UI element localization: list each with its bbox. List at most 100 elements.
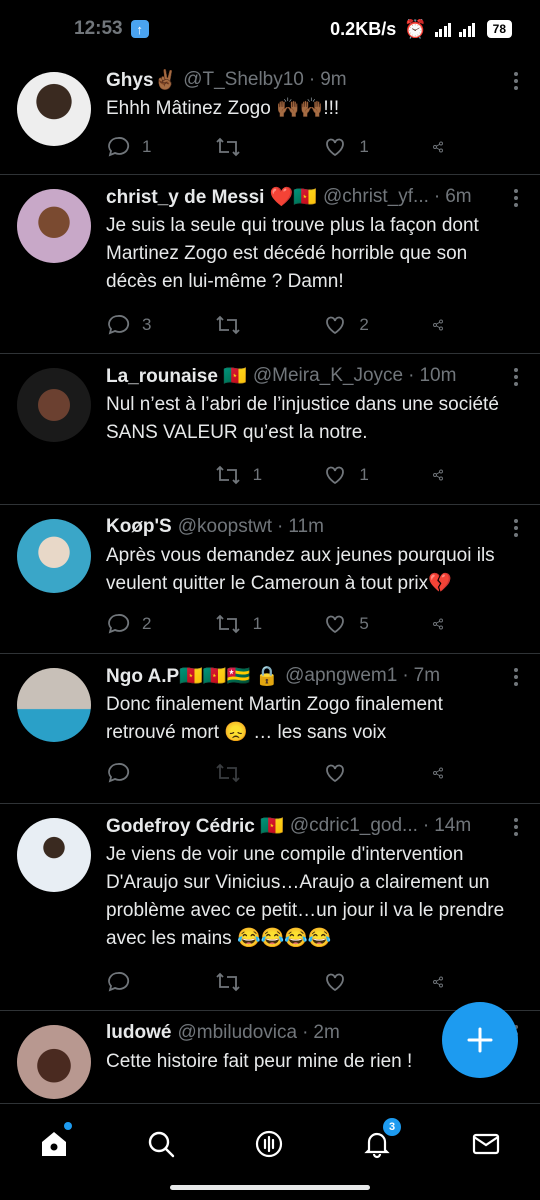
nav-search[interactable]: [141, 1124, 181, 1164]
tweet-text: Je viens de voir une compile d'intervent…: [106, 844, 505, 949]
separator-dot: ·: [433, 186, 441, 207]
like-button[interactable]: 5: [323, 612, 403, 636]
tweet[interactable]: Koøp'S @koopstwt · 11m Après vous demand…: [0, 505, 540, 654]
tweet-author-name[interactable]: Ngo A.P🇨🇲🇨🇲🇹🇬 🔒: [106, 664, 279, 688]
home-icon: [42, 1132, 66, 1156]
more-options-icon[interactable]: [514, 368, 520, 389]
reply-button[interactable]: 2: [106, 612, 186, 636]
nav-notifications[interactable]: 3: [357, 1118, 401, 1164]
more-options-icon[interactable]: [514, 189, 520, 210]
tweet-author-name[interactable]: La_rounaise 🇨🇲: [106, 364, 247, 388]
more-options-icon[interactable]: [514, 519, 520, 540]
tweet-author-handle[interactable]: @apngwem1: [285, 665, 397, 687]
tweet-author-name[interactable]: ludowé: [106, 1022, 171, 1044]
like-button[interactable]: 2: [323, 313, 403, 337]
share-button[interactable]: [432, 135, 456, 159]
retweet-button[interactable]: [215, 761, 295, 785]
avatar[interactable]: [17, 519, 91, 593]
search-icon: [148, 1131, 175, 1158]
share-button[interactable]: [432, 761, 456, 785]
tweet[interactable]: Ghys✌🏾 @T_Shelby10 · 9m Ehhh Mâtinez Zog…: [0, 58, 540, 175]
retweet-icon: [216, 465, 240, 485]
tweet-author-name[interactable]: Godefroy Cédric 🇨🇲: [106, 814, 284, 838]
tweet-text: Donc finalement Martin Zogo finalement r…: [106, 694, 443, 743]
retweet-button[interactable]: 1: [215, 612, 295, 636]
tweet-time: 11m: [288, 516, 324, 537]
bottom-navigation: 3: [0, 1103, 540, 1200]
retweet-count: 1: [252, 465, 263, 484]
tweet-author-handle[interactable]: @T_Shelby10: [183, 69, 304, 91]
tweet-author-handle[interactable]: @koopstwt: [178, 516, 272, 538]
timeline-feed: Ghys✌🏾 @T_Shelby10 · 9m Ehhh Mâtinez Zog…: [0, 58, 540, 1121]
retweet-icon: [216, 763, 240, 783]
share-icon: [433, 767, 443, 779]
reply-button[interactable]: [106, 970, 186, 994]
nav-messages[interactable]: [466, 1124, 506, 1164]
messages-icon: [472, 1133, 500, 1155]
reply-count: 3: [142, 315, 152, 334]
more-options-icon[interactable]: [514, 668, 520, 689]
like-count: 1: [359, 137, 369, 156]
share-button[interactable]: [432, 612, 456, 636]
separator-dot: ·: [302, 1022, 309, 1043]
more-options-icon[interactable]: [514, 818, 520, 839]
tweet-text: Nul n’est à l’abri de l’injustice dans u…: [106, 394, 499, 443]
reply-button[interactable]: [106, 761, 186, 785]
tweet-text: Je suis la seule qui trouve plus la faço…: [106, 215, 479, 292]
tweet-author-handle[interactable]: @Meira_K_Joyce: [253, 365, 403, 387]
tweet[interactable]: christ_y de Messi ❤️🇨🇲 @christ_yf... · 6…: [0, 175, 540, 354]
like-count: 5: [359, 614, 369, 633]
tweet[interactable]: Ngo A.P🇨🇲🇨🇲🇹🇬 🔒 @apngwem1 · 7m Donc fina…: [0, 654, 540, 804]
retweet-button[interactable]: 1: [215, 463, 295, 487]
reply-icon: [108, 972, 130, 992]
avatar[interactable]: [17, 72, 91, 146]
tweet-author-name[interactable]: Ghys✌🏾: [106, 68, 177, 92]
like-button[interactable]: 1: [323, 135, 403, 159]
avatar[interactable]: [17, 668, 91, 742]
spaces-icon: [255, 1130, 283, 1158]
nav-spaces[interactable]: [249, 1124, 289, 1164]
avatar[interactable]: [17, 368, 91, 442]
tweet[interactable]: Godefroy Cédric 🇨🇲 @cdric1_god... · 14m …: [0, 804, 540, 1011]
like-icon: [326, 764, 345, 783]
share-icon: [433, 618, 443, 630]
more-options-icon[interactable]: [514, 72, 520, 93]
tweet-author-handle[interactable]: @christ_yf...: [323, 186, 429, 208]
status-time: 12:53: [74, 18, 123, 39]
battery-indicator: 78: [486, 20, 512, 38]
avatar[interactable]: [17, 818, 91, 892]
like-button[interactable]: 1: [323, 463, 403, 487]
tweet-author-name[interactable]: Koøp'S: [106, 516, 172, 538]
retweet-icon: [216, 972, 240, 992]
share-button[interactable]: [432, 970, 456, 994]
tweet-author-handle[interactable]: @cdric1_god...: [290, 815, 418, 837]
tweet-author-name[interactable]: christ_y de Messi ❤️🇨🇲: [106, 185, 317, 209]
compose-tweet-button[interactable]: [442, 1002, 518, 1078]
retweet-button[interactable]: [215, 313, 295, 337]
retweet-button[interactable]: [215, 970, 295, 994]
compose-icon: [467, 1027, 493, 1053]
retweet-icon: [216, 614, 240, 634]
tweet-author-handle[interactable]: @mbiludovica: [177, 1022, 297, 1044]
like-button[interactable]: [323, 970, 403, 994]
reply-icon: [108, 763, 130, 783]
like-button[interactable]: [323, 761, 403, 785]
avatar[interactable]: [17, 189, 91, 263]
reply-button[interactable]: 1: [106, 135, 186, 159]
tweet[interactable]: La_rounaise 🇨🇲 @Meira_K_Joyce · 10m Nul …: [0, 354, 540, 505]
reply-icon: [108, 614, 130, 634]
nav-home[interactable]: [34, 1122, 74, 1164]
like-icon: [326, 138, 345, 157]
retweet-button[interactable]: [215, 135, 295, 159]
avatar[interactable]: [17, 1025, 91, 1099]
tweet-time: 9m: [320, 69, 347, 90]
reply-button[interactable]: 3: [106, 313, 186, 337]
separator-dot: ·: [422, 815, 430, 836]
home-notification-dot: [64, 1122, 72, 1130]
tweet-text: Ehhh Mâtinez Zogo 🙌🏾🙌🏾!!!: [106, 98, 340, 119]
share-button[interactable]: [432, 313, 456, 337]
status-bar: 12:53 ↑ 0.2KB/s ⏰ 78: [0, 0, 540, 58]
share-button[interactable]: [432, 463, 456, 487]
signal-icon: [434, 21, 453, 37]
notifications-badge: 3: [383, 1118, 401, 1136]
